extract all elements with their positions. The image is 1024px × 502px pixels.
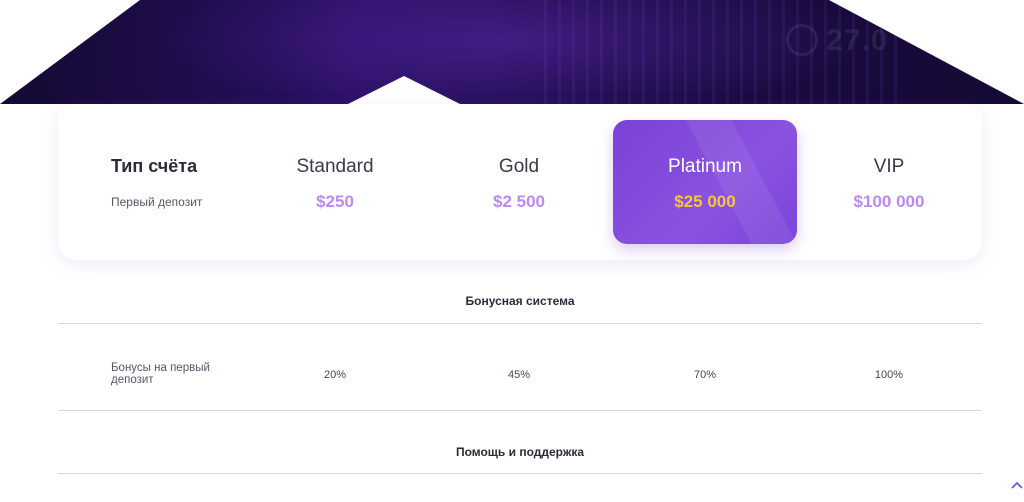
hero-cutout-left (0, 0, 140, 104)
scroll-to-top-button[interactable] (1010, 478, 1024, 492)
plan-name: Standard (296, 156, 374, 177)
divider (58, 410, 982, 411)
plan-vip[interactable]: VIP $100 000 (797, 120, 981, 244)
divider (58, 323, 982, 324)
plan-standard[interactable]: Standard $250 (243, 120, 427, 244)
plan-platinum[interactable]: Platinum $25 000 (613, 120, 797, 244)
hero-cutout-middle (348, 76, 460, 104)
plan-price: $25 000 (674, 192, 736, 211)
bonus-value-platinum: 70% (693, 369, 717, 381)
plan-name: Gold (498, 156, 540, 177)
hero-cutout-right (829, 0, 1024, 104)
plan-price: $250 (316, 192, 354, 211)
first-deposit-bonus-label: Бонусы на первый депозит (111, 362, 210, 386)
bonus-value-standard: 20% (323, 369, 347, 381)
plan-price: $2 500 (493, 192, 545, 211)
divider (58, 473, 982, 474)
watermark-icon (786, 24, 818, 56)
chevron-up-icon (1011, 481, 1023, 489)
plan-gold[interactable]: Gold $2 500 (427, 120, 611, 244)
bonus-section-title: Бонусная система (465, 294, 575, 308)
bonus-value-gold: 45% (507, 369, 531, 381)
plan-name: VIP (873, 156, 905, 177)
account-type-card: Тип счёта Первый депозит Standard $250 G… (58, 104, 982, 260)
account-type-title: Тип счёта (111, 156, 198, 176)
bonus-value-vip: 100% (874, 369, 904, 381)
plan-name: Platinum (668, 156, 742, 177)
plan-price: $100 000 (853, 192, 925, 211)
first-deposit-label: Первый депозит (111, 195, 203, 209)
support-section-title: Помощь и поддержка (455, 445, 585, 459)
